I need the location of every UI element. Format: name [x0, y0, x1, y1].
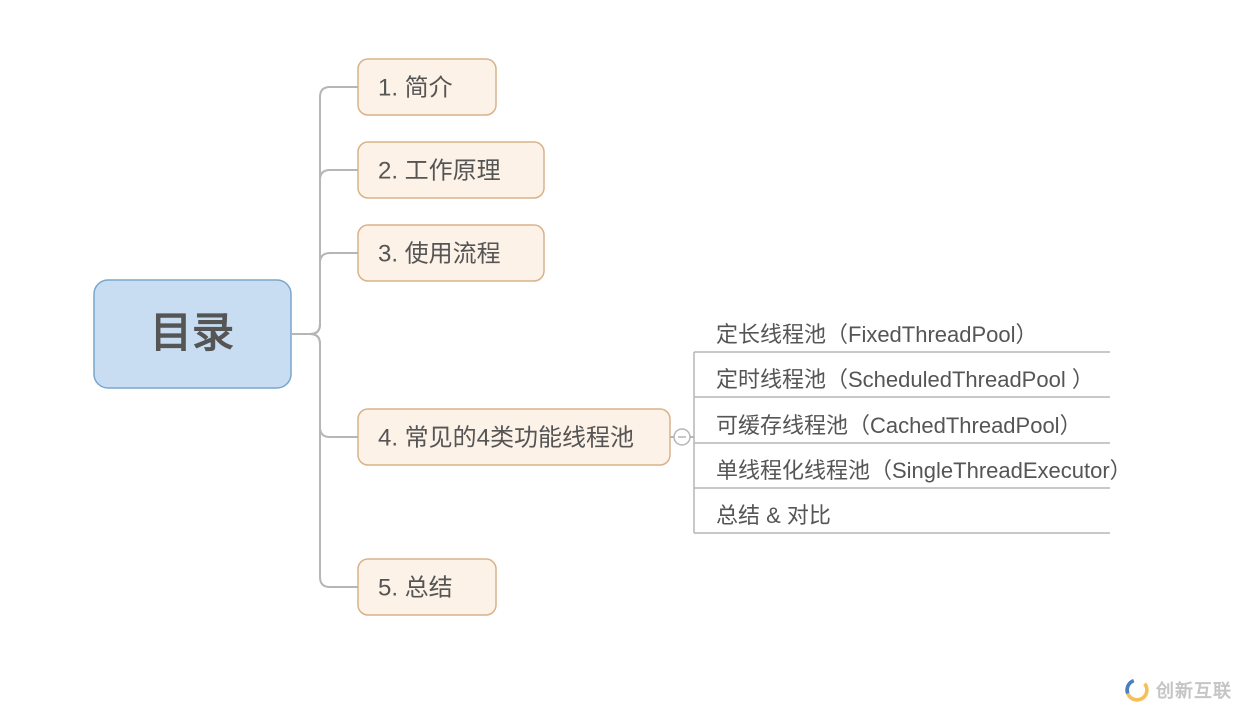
branch-label-3: 3. 使用流程	[378, 240, 501, 267]
connector-root-b3	[291, 253, 358, 334]
watermark: 创新互联	[1124, 677, 1232, 703]
watermark-text: 创新互联	[1156, 677, 1232, 703]
connector-root-b4	[291, 334, 358, 437]
branch-label-5: 5. 总结	[378, 574, 453, 601]
branch-label-2: 2. 工作原理	[378, 157, 501, 184]
leaf-label-4: 单线程化线程池（SingleThreadExecutor）	[716, 458, 1132, 483]
leaf-label-3: 可缓存线程池（CachedThreadPool）	[716, 413, 1082, 438]
mindmap-diagram: 目录 1. 简介 2. 工作原理 3. 使用流程 4. 常见的4类功能线程池 5…	[0, 0, 1240, 709]
leaf-label-2: 定时线程池（ScheduledThreadPool ）	[716, 367, 1094, 392]
connector-root-b1	[291, 87, 358, 334]
branch-label-4: 4. 常见的4类功能线程池	[378, 424, 634, 451]
leaf-label-5: 总结 & 对比	[716, 503, 831, 528]
root-label: 目录	[150, 309, 234, 356]
watermark-logo-icon	[1124, 677, 1150, 703]
branch-label-1: 1. 简介	[378, 74, 453, 101]
leaf-label-1: 定长线程池（FixedThreadPool）	[716, 322, 1038, 347]
connector-root-b5	[291, 334, 358, 587]
